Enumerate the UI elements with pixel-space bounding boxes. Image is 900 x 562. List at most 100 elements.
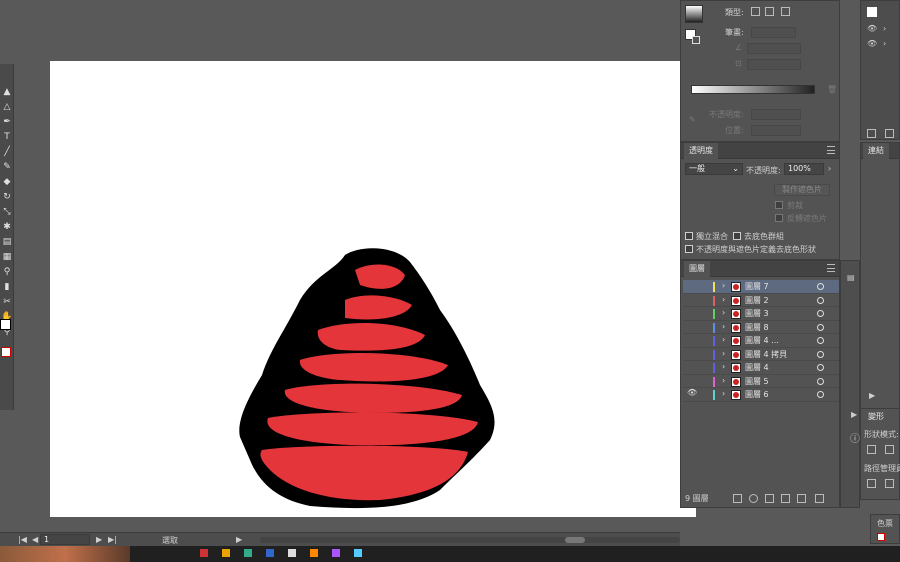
fill-swatch[interactable] [0,319,11,330]
tab-layers[interactable]: 圖層 [684,261,710,277]
expand-arrow-icon[interactable]: › [722,308,725,317]
expand-arrow-icon[interactable]: › [722,281,725,290]
layer-row[interactable]: › 圖層 4 拷貝 [683,348,839,361]
tab-transform[interactable]: 變形 [863,409,889,425]
panel-menu-icon[interactable] [827,146,835,154]
delete-stop-icon[interactable]: 🗑 [827,85,837,94]
blend-tool-icon[interactable]: ⚲ [1,266,13,278]
opacity-field[interactable]: 100% [784,163,824,175]
horizontal-scrollbar[interactable] [260,537,680,543]
opacity-mask-shape-checkbox[interactable] [685,245,693,253]
app-icon[interactable] [266,549,274,557]
layer-row[interactable]: › 圖層 7 [683,280,839,294]
make-mask-button[interactable]: 製作遮色片 [774,184,830,196]
layer-row[interactable]: › 圖層 8 [683,321,839,334]
expand-arrow-icon[interactable]: › [722,335,725,344]
expand-arrow-icon[interactable]: › [722,389,725,398]
first-artboard-icon[interactable]: |◀ [18,535,27,544]
export-icon[interactable] [733,494,742,503]
collapse-arrow-icon[interactable]: ▶ [851,410,857,419]
none-swatch[interactable] [877,533,885,541]
app-icon[interactable] [354,549,362,557]
trim-icon[interactable] [885,479,894,488]
type-tool-icon[interactable]: T [1,131,13,143]
expand-arrow-icon[interactable]: › [722,362,725,371]
visibility-eye-icon[interactable]: 👁 [687,388,697,397]
artboard-number-field[interactable]: 1 [40,534,90,545]
locate-object-icon[interactable] [749,494,758,503]
angle-field[interactable] [747,43,801,54]
blend-mode-select[interactable]: 一般 ⌄ [685,163,743,175]
gradient-slider[interactable] [691,85,815,94]
target-circle-icon[interactable] [817,350,824,358]
freeform-gradient-icon[interactable] [781,7,790,16]
layer-row[interactable]: › 圖層 3 [683,307,839,321]
make-clipping-mask-icon[interactable] [765,494,774,503]
invert-mask-checkbox[interactable] [775,214,783,222]
aspect-ratio-field[interactable] [747,59,801,70]
divide-icon[interactable] [867,479,876,488]
gradient-tool-icon[interactable]: ▦ [1,251,13,263]
new-sublayer-icon[interactable] [781,494,790,503]
target-circle-icon[interactable] [817,310,824,317]
linear-gradient-icon[interactable] [751,7,760,16]
layer-row[interactable]: › 圖層 5 [683,375,839,388]
tab-swatches[interactable]: 色票 [877,518,893,529]
scrollbar-thumb[interactable] [565,537,585,543]
target-circle-icon[interactable] [817,391,824,398]
app-icon[interactable] [310,549,318,557]
target-circle-icon[interactable] [817,296,824,304]
app-icon[interactable] [222,549,230,557]
expand-arrow-icon[interactable]: › [722,376,725,385]
last-artboard-icon[interactable]: ▶| [108,535,117,544]
gradient-position-field[interactable] [751,125,801,136]
artboard[interactable] [50,61,696,517]
artwork-cone[interactable] [50,61,696,517]
app-icon[interactable] [200,549,208,557]
app-icon[interactable] [244,549,252,557]
rotate-tool-icon[interactable]: ↻ [1,191,13,203]
target-circle-icon[interactable] [817,283,824,290]
none-swatch[interactable] [1,347,11,357]
app-icon[interactable] [332,549,340,557]
gradient-swatch[interactable] [685,5,703,23]
info-icon[interactable]: ⓘ [850,430,860,445]
new-layer-icon[interactable] [797,494,806,503]
shape-builder-tool-icon[interactable]: ▤ [1,236,13,248]
mini-panel-button-icon[interactable] [867,129,876,138]
target-circle-icon[interactable] [817,364,824,371]
gradient-stroke-icon[interactable] [692,36,700,44]
gradient-opacity-field[interactable] [751,109,801,120]
knockout-group-checkbox[interactable] [733,232,741,240]
next-artboard-icon[interactable]: ▶ [96,535,102,544]
radial-gradient-icon[interactable] [765,7,774,16]
expand-arrow-icon[interactable]: › [883,39,886,48]
tab-transparency[interactable]: 透明度 [684,143,718,159]
target-circle-icon[interactable] [817,337,824,344]
layer-row[interactable]: › 圖層 2 [683,294,839,307]
expand-arrow-icon[interactable]: › [722,349,725,358]
scale-tool-icon[interactable]: ⤡ [1,206,13,218]
layer-row[interactable]: › 圖層 4 [683,361,839,375]
status-menu-arrow-icon[interactable]: ▶ [236,535,242,544]
paintbrush-tool-icon[interactable]: ✎ [1,161,13,173]
expand-arrow-icon[interactable]: › [722,295,725,304]
direct-selection-tool-icon[interactable]: △ [1,101,13,113]
selection-tool-icon[interactable]: ▲ [1,86,13,98]
opacity-arrow-icon[interactable]: › [828,164,831,173]
artboard-tool-icon[interactable]: ✂ [1,296,13,308]
gradient-stroke-field[interactable] [751,27,796,38]
app-icon[interactable] [288,549,296,557]
clip-checkbox[interactable] [775,201,783,209]
unite-icon[interactable] [867,445,876,454]
target-circle-icon[interactable] [817,377,824,385]
layer-row[interactable]: 👁 › 圖層 6 [683,388,839,402]
width-tool-icon[interactable]: ✱ [1,221,13,233]
graph-tool-icon[interactable]: ▮ [1,281,13,293]
eraser-tool-icon[interactable]: ◆ [1,176,13,188]
visibility-eye-icon[interactable]: 👁 [867,39,877,48]
play-arrow-icon[interactable]: ▶ [869,391,875,400]
isolate-blending-checkbox[interactable] [685,232,693,240]
properties-collapsed-icon[interactable]: ▤ [847,273,855,282]
mini-panel-button-icon[interactable] [885,129,894,138]
